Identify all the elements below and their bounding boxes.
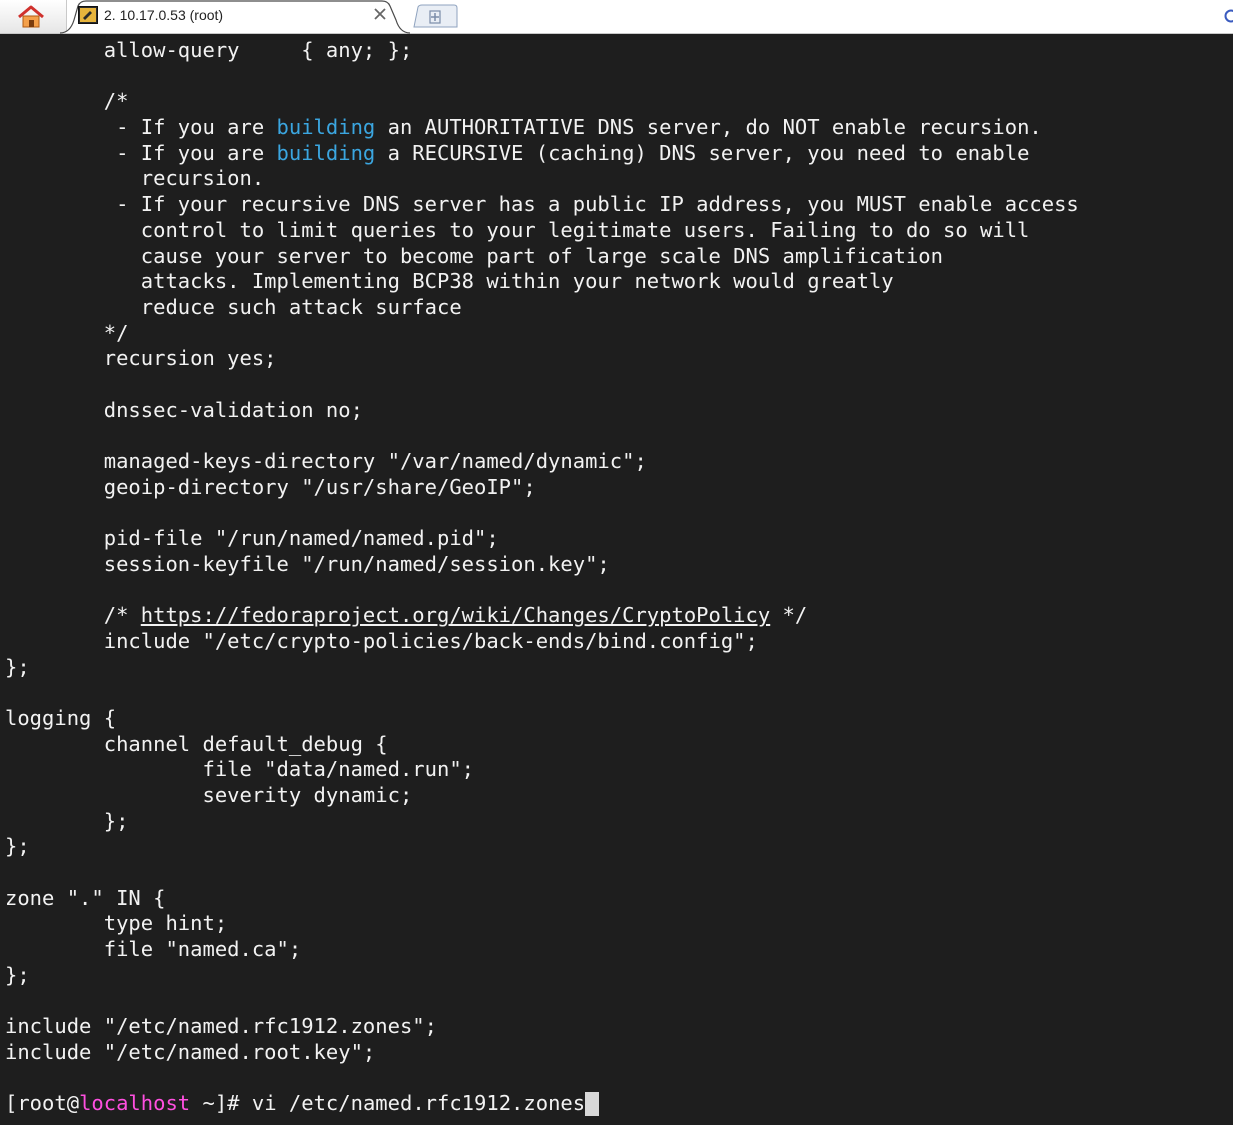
close-icon[interactable] [372, 6, 388, 22]
edge-arrow-icon[interactable] [1224, 9, 1233, 23]
line-text: allow-query { any; }; [5, 38, 413, 62]
line-text: */ [770, 603, 808, 628]
terminal-line: managed-keys-directory "/var/named/dynam… [5, 449, 1079, 475]
highlighted-word: building [276, 115, 376, 140]
terminal-session-icon [78, 6, 98, 24]
line-text: [root@ [5, 1091, 80, 1116]
line-text: }; [5, 834, 30, 859]
line-text: - If your recursive DNS server has a pub… [5, 192, 1079, 217]
terminal-line: logging { [5, 706, 1079, 732]
terminal-line: - If your recursive DNS server has a pub… [5, 192, 1079, 218]
line-text: */ [5, 320, 129, 345]
line-text: file "named.ca"; [5, 937, 302, 962]
terminal-line: channel default_debug { [5, 732, 1079, 758]
line-text: zone "." IN { [5, 885, 166, 910]
terminal-line: recursion. [5, 166, 1079, 192]
terminal-line: include "/etc/named.rfc1912.zones"; [5, 1014, 1079, 1040]
line-text: dnssec-validation no; [5, 397, 363, 422]
terminal-line: geoip-directory "/usr/share/GeoIP"; [5, 475, 1079, 501]
home-button[interactable] [0, 0, 67, 33]
terminal-line: recursion yes; [5, 346, 1079, 372]
terminal-line: /* [5, 89, 1079, 115]
line-text: session-keyfile "/run/named/session.key"… [5, 551, 610, 576]
terminal-line: pid-file "/run/named/named.pid"; [5, 526, 1079, 552]
line-text: logging { [5, 705, 117, 730]
line-text: a RECURSIVE (caching) DNS server, you ne… [375, 140, 1030, 165]
line-text: geoip-directory "/usr/share/GeoIP"; [5, 474, 536, 499]
terminal-line: type hint; [5, 911, 1079, 937]
terminal-line: file "named.ca"; [5, 937, 1079, 963]
url-link[interactable]: https://fedoraproject.org/wiki/Changes/C… [141, 603, 770, 627]
terminal-line: }; [5, 655, 1079, 681]
line-text: }; [5, 962, 30, 987]
terminal-line: }; [5, 834, 1079, 860]
line-text: recursion. [5, 166, 265, 191]
terminal-line: control to limit queries to your legitim… [5, 218, 1079, 244]
line-text: managed-keys-directory "/var/named/dynam… [5, 449, 647, 473]
terminal-lines: allow-query { any; }; /* - If you are bu… [5, 38, 1079, 1117]
line-text: control to limit queries to your legitim… [5, 217, 1030, 242]
terminal-line: severity dynamic; [5, 783, 1079, 809]
line-text: - If you are [5, 140, 277, 165]
text-cursor [585, 1092, 600, 1117]
line-text: }; [5, 808, 129, 833]
new-tab-button[interactable] [410, 4, 460, 28]
active-tab[interactable]: 2. 10.17.0.53 (root) [60, 0, 410, 34]
terminal-line: dnssec-validation no; [5, 398, 1079, 424]
line-text: include "/etc/named.rfc1912.zones"; [5, 1014, 437, 1039]
terminal-line: cause your server to become part of larg… [5, 244, 1079, 270]
tab-bar: 2. 10.17.0.53 (root) [0, 0, 1233, 34]
terminal-line: - If you are building an AUTHORITATIVE D… [5, 115, 1079, 141]
line-text: cause your server to become part of larg… [5, 243, 943, 268]
terminal-line: /* https://fedoraproject.org/wiki/Change… [5, 603, 1079, 629]
terminal-line: include "/etc/crypto-policies/back-ends/… [5, 629, 1079, 655]
line-text: /* [5, 89, 129, 114]
terminal-line: allow-query { any; }; [5, 38, 1079, 64]
line-text: /* [5, 603, 141, 628]
terminal-line: reduce such attack surface [5, 295, 1079, 321]
line-text: file "data/named.run"; [5, 757, 474, 782]
line-text: recursion yes; [5, 346, 277, 371]
line-text: include "/etc/named.root.key"; [5, 1039, 376, 1064]
terminal-line: }; [5, 809, 1079, 835]
line-text: ~]# vi /etc/named.rfc1912.zones [190, 1091, 586, 1116]
line-text: attacks. Implementing BCP38 within your … [5, 269, 894, 294]
home-icon [18, 5, 44, 28]
line-text: severity dynamic; [5, 782, 413, 807]
terminal-line: session-keyfile "/run/named/session.key"… [5, 552, 1079, 578]
terminal-line: include "/etc/named.root.key"; [5, 1040, 1079, 1066]
terminal-line: - If you are building a RECURSIVE (cachi… [5, 141, 1079, 167]
line-text: pid-file "/run/named/named.pid"; [5, 526, 499, 551]
terminal-line: */ [5, 321, 1079, 347]
tab-title: 2. 10.17.0.53 (root) [104, 7, 224, 23]
terminal-line: zone "." IN { [5, 886, 1079, 912]
terminal-line: attacks. Implementing BCP38 within your … [5, 269, 1079, 295]
terminal-line: }; [5, 963, 1079, 989]
highlighted-word: building [276, 140, 376, 165]
terminal-output[interactable]: allow-query { any; }; /* - If you are bu… [0, 34, 1233, 1125]
line-text: reduce such attack surface [5, 294, 462, 319]
prompt-hostname: localhost [79, 1091, 191, 1116]
terminal-line: file "data/named.run"; [5, 757, 1079, 783]
line-text: channel default_debug { [5, 731, 388, 756]
line-text: - If you are [5, 115, 277, 140]
line-text: }; [5, 654, 30, 679]
line-text: an AUTHORITATIVE DNS server, do NOT enab… [375, 115, 1042, 140]
line-text: type hint; [5, 911, 228, 936]
line-text: include "/etc/crypto-policies/back-ends/… [5, 628, 758, 653]
terminal-line: [root@localhost ~]# vi /etc/named.rfc191… [5, 1091, 1079, 1117]
